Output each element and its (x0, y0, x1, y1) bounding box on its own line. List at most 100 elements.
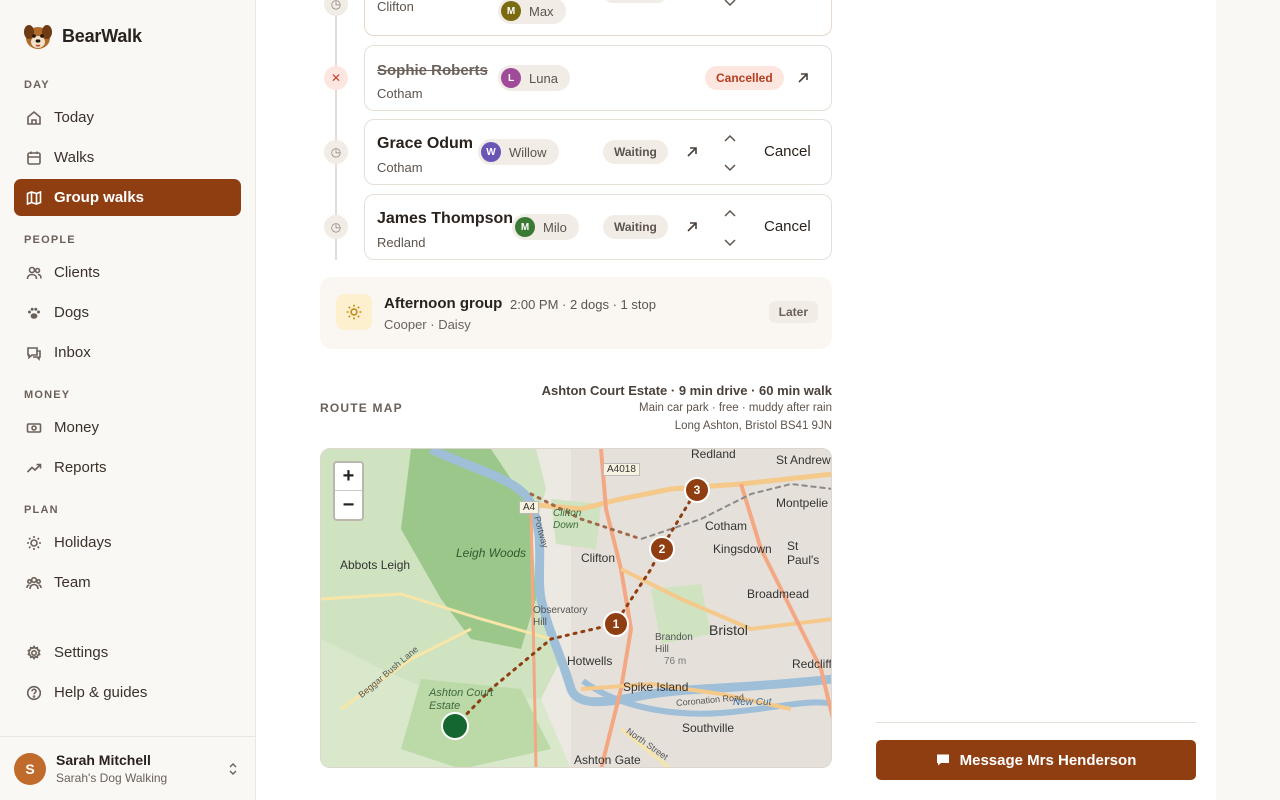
user-account-switcher[interactable]: S Sarah Mitchell Sarah's Dog Walking (0, 736, 256, 800)
clock-icon: ◷ (324, 140, 348, 164)
map-label: Clifton (581, 551, 616, 565)
stop-area: Cotham (377, 86, 423, 101)
reorder-stepper[interactable] (722, 209, 738, 247)
nav-dogs[interactable]: Dogs (14, 294, 241, 331)
nav-holidays[interactable]: Holidays (14, 524, 241, 561)
dog-chip: L Luna (498, 65, 570, 91)
cancel-stop-button[interactable]: Cancel (764, 143, 811, 160)
nav-clients[interactable]: Clients (14, 254, 241, 291)
stop-client-name: Sophie Roberts (377, 62, 488, 79)
afternoon-group-card[interactable]: Afternoon group 2:00 PM · 2 dogs · 1 sto… (320, 277, 832, 349)
route-summary: Ashton Court Estate · 9 min drive · 60 m… (541, 383, 832, 398)
chevron-down-icon (724, 0, 736, 7)
stop-card-2[interactable]: Grace Odum Cotham W Willow Waiting Cance… (364, 119, 832, 185)
nav-settings-label: Settings (54, 644, 109, 661)
nav-settings[interactable]: Settings (14, 634, 241, 671)
map-label: A4018 (603, 463, 640, 476)
route-stop-marker[interactable]: 2 (649, 536, 675, 562)
map-icon (26, 190, 42, 205)
nav-team[interactable]: Team (14, 564, 241, 601)
nav-reports-label: Reports (54, 459, 107, 476)
status-badge: Waiting (603, 215, 668, 239)
user-org: Sarah's Dog Walking (56, 771, 168, 785)
map-label: A4 (519, 501, 540, 514)
message-client-label: Message Mrs Henderson (959, 751, 1137, 769)
dog-name: Max (529, 3, 554, 19)
stop-card-3[interactable]: James Thompson Redland M Milo Waiting Ca… (364, 194, 832, 260)
zoom-in-button[interactable]: + (335, 463, 362, 491)
map-label: Kingsdown (713, 542, 772, 556)
dog-avatar: M (501, 1, 521, 21)
map-label: Southville (682, 721, 735, 735)
sun-icon (336, 294, 372, 330)
map-label: Montpelie (776, 496, 829, 510)
stop-card-0[interactable]: Clifton M Max (364, 0, 832, 36)
nav-walks[interactable]: Walks (14, 139, 241, 176)
dog-avatar: M (515, 217, 535, 237)
walk-start-marker[interactable] (441, 712, 469, 740)
stop-card-1[interactable]: Sophie Roberts Cotham L Luna Cancelled (364, 45, 832, 111)
chevron-down-icon[interactable] (724, 239, 736, 247)
map-label: New Cut (733, 697, 772, 708)
message-icon (936, 754, 949, 766)
section-money-label: MONEY (24, 389, 71, 401)
map-label: Redland (691, 448, 736, 461)
open-stop-button[interactable] (791, 66, 815, 90)
route-stop-marker[interactable]: 1 (603, 611, 629, 637)
dog-chip: W Willow (478, 139, 559, 165)
group-dogs: Cooper · Daisy (384, 317, 471, 332)
group-status-badge: Later (768, 301, 818, 323)
gear-icon (27, 644, 41, 660)
user-name: Sarah Mitchell (56, 752, 151, 768)
nav-inbox[interactable]: Inbox (14, 334, 241, 371)
dog-avatar: L (501, 68, 521, 88)
status-badge (605, 0, 665, 3)
group-title: Afternoon group (384, 295, 503, 312)
map-label: Cotham (705, 519, 748, 533)
reorder-stepper[interactable] (722, 0, 738, 11)
cancel-stop-button[interactable]: Cancel (764, 218, 811, 235)
status-badge: Waiting (603, 140, 668, 164)
open-stop-button[interactable] (680, 140, 704, 164)
nav-money[interactable]: Money (14, 409, 241, 446)
cancelled-x-icon: ✕ (324, 66, 348, 90)
map-label: St Paul's (787, 539, 820, 567)
section-day-label: DAY (24, 79, 50, 91)
nav-group-walks[interactable]: Group walks (14, 179, 241, 216)
open-stop-button[interactable] (680, 215, 704, 239)
nav-help[interactable]: Help & guides (14, 674, 241, 711)
route-parking: Main car park · free · muddy after rain (638, 402, 832, 414)
chevron-down-icon[interactable] (724, 164, 736, 172)
arrow-up-right-icon (798, 73, 808, 83)
sidebar: BearWalk DAY Today Walks Group walks PEO… (0, 0, 256, 800)
map-label: Abbots Leigh (340, 558, 411, 572)
map-label: Brandon Hill (655, 632, 693, 655)
nav-walks-label: Walks (54, 149, 95, 166)
zoom-control: + − (333, 461, 364, 521)
nav-dogs-label: Dogs (54, 304, 90, 321)
message-client-button[interactable]: Message Mrs Henderson (876, 740, 1196, 780)
chevron-up-icon[interactable] (724, 134, 736, 142)
route-stop-marker[interactable]: 3 (684, 477, 710, 503)
status-badge: Cancelled (705, 66, 784, 90)
dog-avatar: W (481, 142, 501, 162)
section-people-label: PEOPLE (24, 234, 76, 246)
stop-area: Redland (377, 235, 426, 250)
brand[interactable]: BearWalk (22, 20, 142, 52)
nav-reports[interactable]: Reports (14, 449, 241, 486)
route-map[interactable]: Redland St Andrew A4018 Cotham Montpelie… (320, 448, 832, 768)
map-label: Hotwells (567, 654, 613, 668)
reorder-stepper[interactable] (722, 134, 738, 172)
chat-icon (27, 346, 41, 361)
nav-inbox-label: Inbox (54, 344, 91, 361)
map-label: Bristol (709, 622, 748, 638)
nav-clients-label: Clients (54, 264, 100, 281)
dog-name: Luna (529, 70, 558, 86)
chevron-up-icon[interactable] (724, 209, 736, 217)
stop-client-name: Grace Odum (377, 135, 474, 152)
banknote-icon (26, 422, 42, 433)
map-label: Observatory Hill (533, 605, 588, 628)
nav-today[interactable]: Today (14, 99, 241, 136)
stop-client-name: James Thompson (377, 210, 514, 227)
zoom-out-button[interactable]: − (335, 491, 362, 519)
